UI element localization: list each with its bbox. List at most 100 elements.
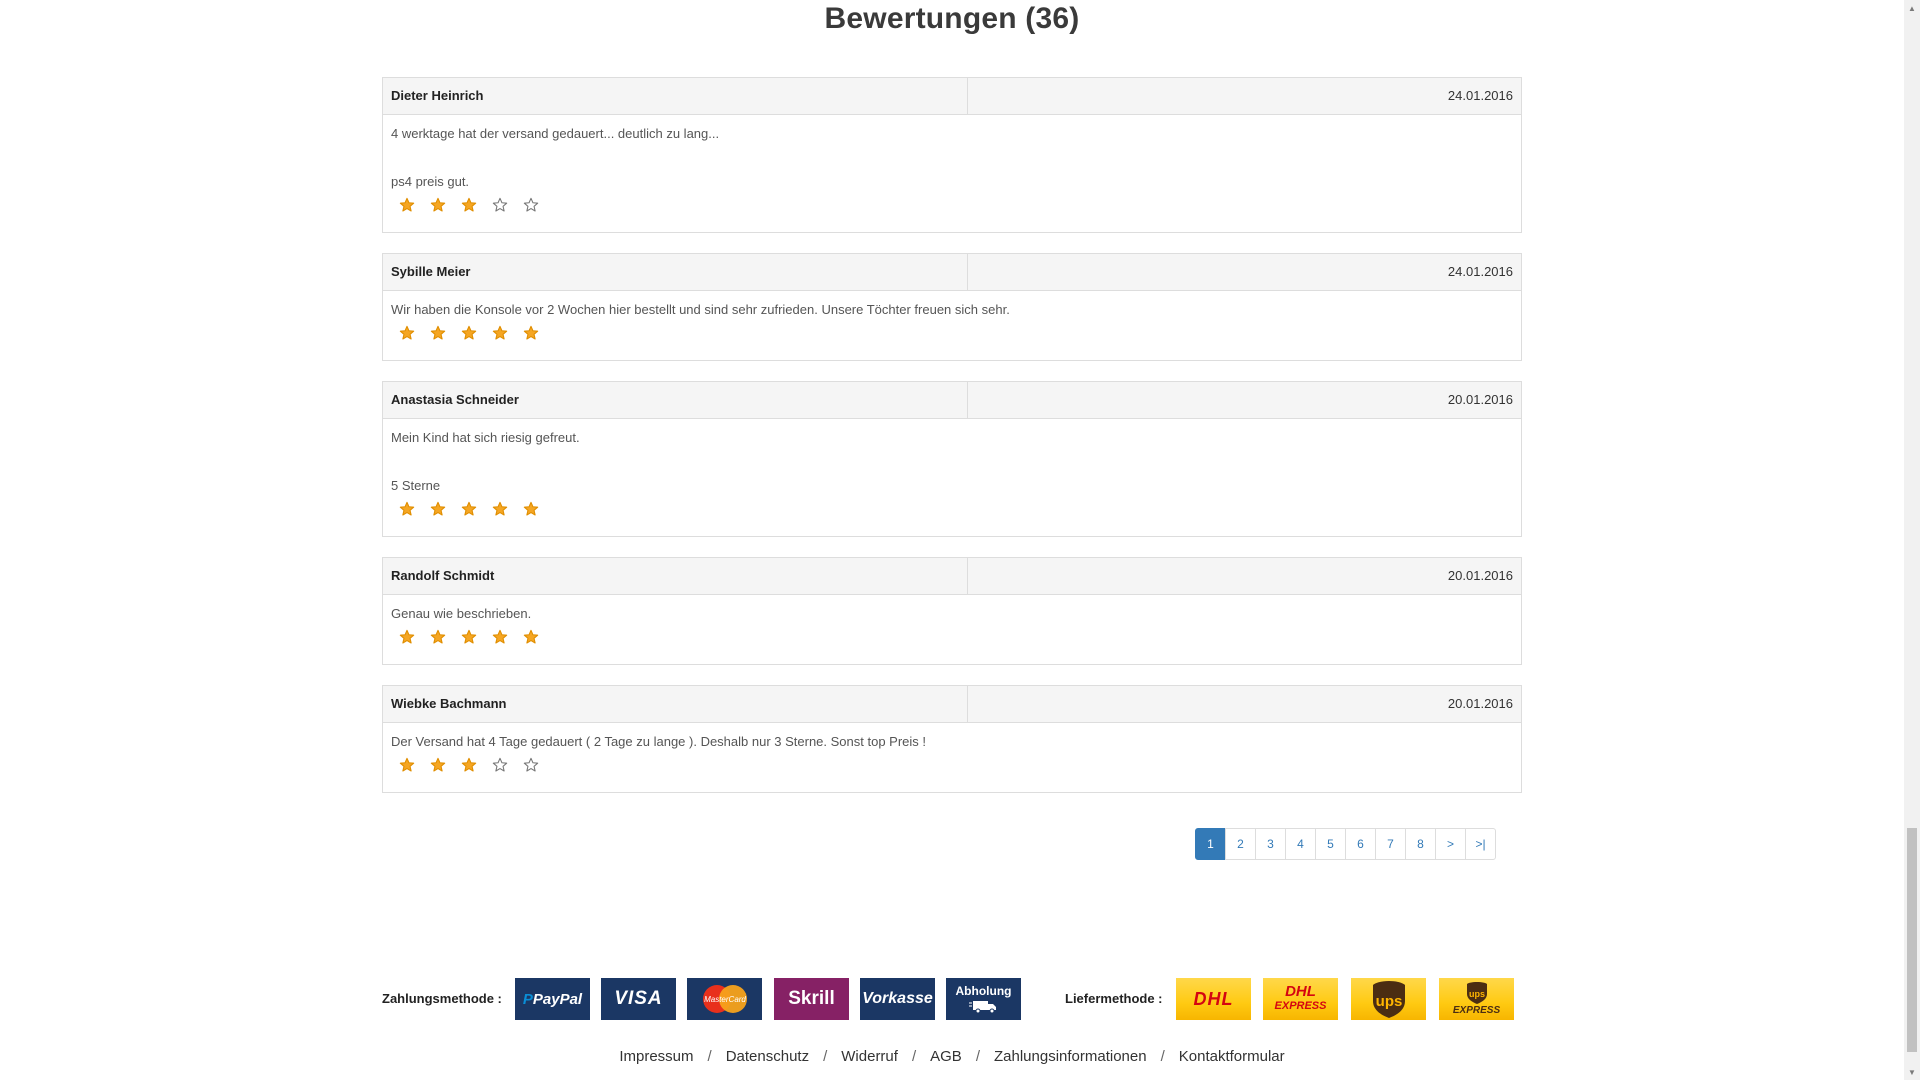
star-filled-icon bbox=[391, 500, 422, 518]
review-author: Randolf Schmidt bbox=[383, 558, 968, 594]
review-date: 24.01.2016 bbox=[1447, 264, 1513, 279]
paypal-logo: PPayPal bbox=[515, 978, 590, 1020]
reviews-list: Dieter Heinrich 24.01.2016 4 werktage ha… bbox=[382, 77, 1522, 813]
review-author: Wiebke Bachmann bbox=[383, 686, 968, 722]
footer-link-datenschutz[interactable]: Datenschutz bbox=[726, 1048, 809, 1065]
review-date: 24.01.2016 bbox=[1447, 88, 1513, 103]
page-1-button[interactable]: 1 bbox=[1195, 828, 1226, 860]
star-rating bbox=[391, 756, 1513, 774]
footer-link-impressum[interactable]: Impressum bbox=[619, 1048, 693, 1065]
review-date: 20.01.2016 bbox=[1447, 392, 1513, 407]
star-filled-icon bbox=[453, 628, 484, 646]
star-filled-icon bbox=[391, 196, 422, 214]
footer-link-widerruf[interactable]: Widerruf bbox=[841, 1048, 898, 1065]
review-author: Sybille Meier bbox=[383, 254, 968, 290]
separator: / bbox=[975, 1048, 980, 1065]
visa-logo: VISA bbox=[601, 978, 676, 1020]
svg-text:MasterCard: MasterCard bbox=[704, 995, 746, 1004]
review-item: Wiebke Bachmann 20.01.2016 Der Versand h… bbox=[382, 685, 1522, 793]
review-text: Wir haben die Konsole vor 2 Wochen hier … bbox=[391, 302, 1010, 317]
star-filled-icon bbox=[453, 324, 484, 342]
review-author: Anastasia Schneider bbox=[383, 382, 968, 418]
star-filled-icon bbox=[391, 324, 422, 342]
ups-logo: ups bbox=[1351, 978, 1426, 1020]
star-filled-icon bbox=[484, 324, 515, 342]
footer-links: Impressum / Datenschutz / Widerruf / AGB / Zahlu… bbox=[0, 1048, 1904, 1065]
star-filled-icon bbox=[484, 500, 515, 518]
star-filled-icon bbox=[391, 628, 422, 646]
page-5-button[interactable]: 5 bbox=[1315, 828, 1346, 860]
review-author: Dieter Heinrich bbox=[383, 78, 968, 114]
star-empty-icon bbox=[484, 196, 515, 214]
star-filled-icon bbox=[453, 756, 484, 774]
star-rating bbox=[391, 324, 1513, 342]
star-filled-icon bbox=[484, 628, 515, 646]
star-filled-icon bbox=[422, 756, 453, 774]
page-8-button[interactable]: 8 bbox=[1405, 828, 1436, 860]
star-empty-icon bbox=[515, 756, 546, 774]
page-7-button[interactable]: 7 bbox=[1375, 828, 1406, 860]
vorkasse-logo: Vorkasse bbox=[860, 978, 935, 1020]
page-2-button[interactable]: 2 bbox=[1225, 828, 1256, 860]
vertical-scrollbar[interactable]: ▲ ▼ bbox=[1904, 0, 1920, 1080]
shipping-label: Liefermethode : bbox=[1065, 991, 1163, 1006]
review-text: Mein Kind hat sich riesig gefreut. bbox=[391, 430, 580, 445]
scroll-up-arrow-icon[interactable]: ▲ bbox=[1904, 0, 1920, 16]
truck-icon bbox=[968, 1001, 996, 1014]
scrollbar-thumb[interactable] bbox=[1907, 828, 1917, 1052]
star-empty-icon bbox=[484, 756, 515, 774]
payment-label: Zahlungsmethode : bbox=[382, 991, 502, 1006]
ups-express-logo: ups EXPRESS bbox=[1439, 978, 1514, 1020]
page-6-button[interactable]: 6 bbox=[1345, 828, 1376, 860]
separator: / bbox=[911, 1048, 917, 1065]
dhl-express-logo: DHL EXPRESS bbox=[1263, 978, 1338, 1020]
separator: / bbox=[823, 1048, 828, 1065]
review-date: 20.01.2016 bbox=[1447, 696, 1513, 711]
scroll-down-arrow-icon[interactable]: ▼ bbox=[1904, 1064, 1920, 1080]
dhl-logo: DHL bbox=[1176, 978, 1251, 1020]
abholung-logo: Abholung bbox=[946, 978, 1021, 1020]
footer-link-zahlungsinformationen[interactable]: Zahlungsinformationen bbox=[994, 1048, 1147, 1065]
review-item: Dieter Heinrich 24.01.2016 4 werktage ha… bbox=[382, 77, 1522, 233]
ups-shield-small-icon: ups bbox=[1466, 982, 1487, 1004]
review-item: Anastasia Schneider 20.01.2016 Mein Kind… bbox=[382, 381, 1522, 537]
star-filled-icon bbox=[422, 324, 453, 342]
separator: / bbox=[707, 1048, 712, 1065]
separator: / bbox=[1160, 1048, 1165, 1065]
ups-shield-icon: ups bbox=[1372, 981, 1405, 1018]
star-empty-icon bbox=[515, 196, 546, 214]
star-filled-icon bbox=[515, 500, 546, 518]
star-rating bbox=[391, 196, 1513, 214]
review-item: Sybille Meier 24.01.2016 Wir haben die K… bbox=[382, 253, 1522, 361]
next-page-button[interactable]: > bbox=[1435, 828, 1466, 860]
review-item: Randolf Schmidt 20.01.2016 Genau wie bes… bbox=[382, 557, 1522, 665]
svg-text:ups: ups bbox=[1468, 989, 1484, 999]
review-text-extra: ps4 preis gut. bbox=[391, 174, 470, 189]
svg-text:ups: ups bbox=[1375, 993, 1402, 1010]
review-date: 20.01.2016 bbox=[1447, 568, 1513, 583]
star-rating bbox=[391, 628, 1513, 646]
pagination: 1 2 3 4 5 6 7 8 > >| bbox=[1195, 828, 1496, 860]
star-filled-icon bbox=[453, 196, 484, 214]
review-text-extra: 5 Sterne bbox=[391, 478, 441, 493]
star-filled-icon bbox=[422, 628, 453, 646]
star-filled-icon bbox=[422, 196, 453, 214]
footer-link-agb[interactable]: AGB bbox=[930, 1048, 962, 1065]
star-filled-icon bbox=[391, 756, 422, 774]
skrill-logo: Skrill bbox=[774, 978, 849, 1020]
last-page-button[interactable]: >| bbox=[1465, 828, 1496, 860]
star-filled-icon bbox=[422, 500, 453, 518]
star-rating bbox=[391, 500, 1513, 518]
page-4-button[interactable]: 4 bbox=[1285, 828, 1316, 860]
footer-link-kontaktformular[interactable]: Kontaktformular bbox=[1179, 1048, 1285, 1065]
review-text: Genau wie beschrieben. bbox=[391, 606, 532, 621]
star-filled-icon bbox=[453, 500, 484, 518]
mastercard-circles-icon: MasterCard bbox=[702, 985, 747, 1013]
star-filled-icon bbox=[515, 324, 546, 342]
review-text: Der Versand hat 4 Tage gedauert ( 2 Tage… bbox=[391, 734, 927, 749]
mastercard-logo: MasterCard bbox=[687, 978, 762, 1020]
reviews-title: Bewertungen (36) bbox=[824, 2, 1080, 35]
page-3-button[interactable]: 3 bbox=[1255, 828, 1286, 860]
footer-methods: Zahlungsmethode : PPayPal VISA MasterCar… bbox=[382, 978, 1522, 1020]
star-filled-icon bbox=[515, 628, 546, 646]
